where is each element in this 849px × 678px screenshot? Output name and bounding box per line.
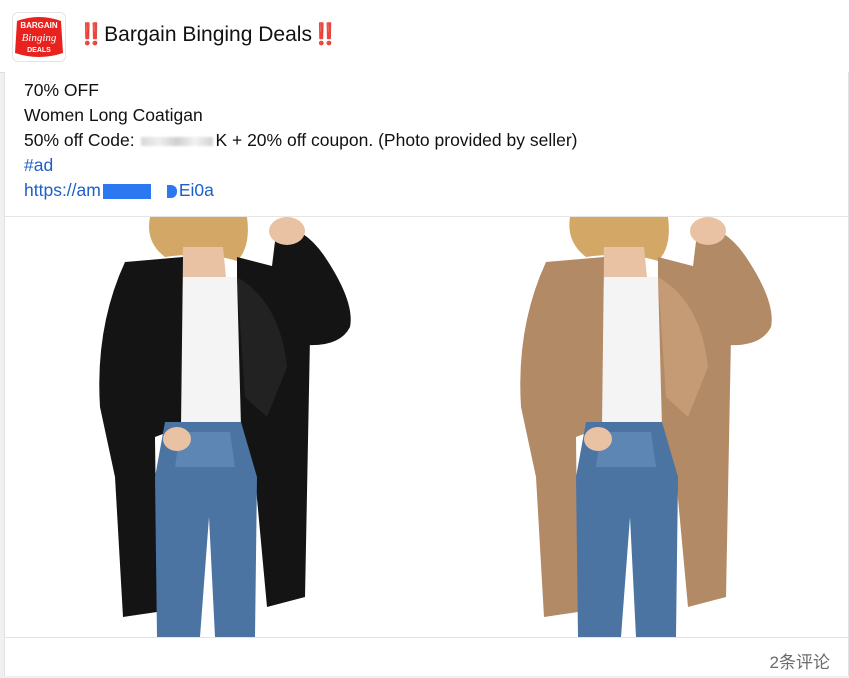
discount-text: 70% OFF — [24, 80, 99, 100]
svg-text:Binging: Binging — [22, 32, 57, 44]
page-header: BARGAIN Binging DEALS ‼️Bargain Binging … — [0, 0, 849, 73]
comments-count-link[interactable]: 2条评论 — [770, 648, 830, 673]
woman-camel-coatigan-photo-icon — [428, 217, 846, 637]
link-suffix: Ei0a — [178, 180, 214, 200]
coupon-prefix: 50% off Code: — [24, 130, 140, 150]
product-photo-camel[interactable] — [428, 217, 846, 637]
coupon-line: 50% off Code: K + 20% off coupon. (Photo… — [24, 128, 578, 153]
woman-black-coatigan-photo-icon — [5, 217, 423, 637]
post-card: 70% OFF Women Long Coatigan 50% off Code… — [4, 72, 849, 676]
divider — [5, 637, 848, 638]
coupon-suffix: K + 20% off coupon. (Photo provided by s… — [215, 130, 578, 150]
product-link[interactable]: https://am Ei0a — [24, 178, 578, 203]
product-title: Women Long Coatigan — [24, 105, 203, 125]
link-prefix: https://am — [24, 180, 101, 200]
product-photo-black[interactable] — [5, 217, 423, 637]
page-avatar[interactable]: BARGAIN Binging DEALS — [12, 12, 66, 62]
hashtag-ad-link[interactable]: #ad — [24, 153, 578, 178]
redacted-link-part-2 — [166, 184, 177, 198]
post-body: 70% OFF Women Long Coatigan 50% off Code… — [24, 78, 578, 203]
redacted-code — [141, 136, 214, 146]
page-title[interactable]: ‼️Bargain Binging Deals‼️ — [78, 22, 338, 48]
svg-text:DEALS: DEALS — [27, 47, 51, 54]
svg-text:BARGAIN: BARGAIN — [20, 21, 58, 30]
redacted-link-part — [102, 183, 151, 199]
bargain-binging-deals-logo-icon: BARGAIN Binging DEALS — [13, 13, 65, 61]
